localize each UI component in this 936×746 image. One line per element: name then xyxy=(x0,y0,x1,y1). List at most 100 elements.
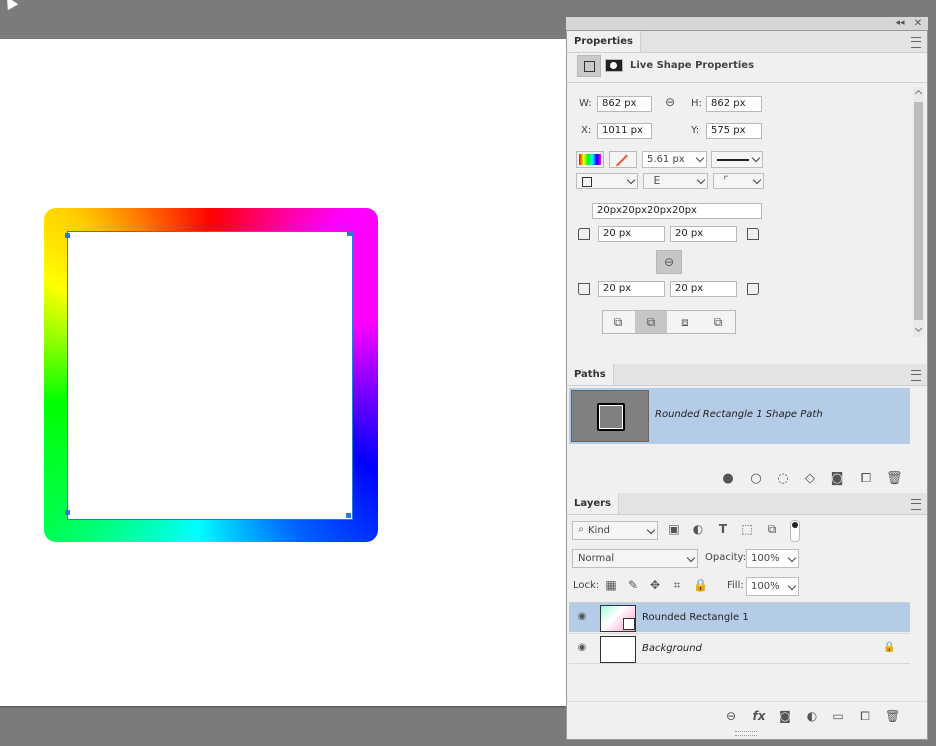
y-field[interactable]: 575 px xyxy=(706,123,762,139)
scroll-down-icon[interactable] xyxy=(914,324,923,333)
join-type-dropdown[interactable]: ⌜ xyxy=(713,173,764,189)
chevron-down-icon xyxy=(696,175,706,185)
anchor-handle-bl[interactable] xyxy=(65,510,70,515)
lock-position-icon[interactable]: ✥ xyxy=(649,578,661,592)
smart-object-filter-icon[interactable]: ⧉ xyxy=(765,522,779,536)
stroke-type-dropdown[interactable] xyxy=(711,151,763,168)
link-icon: ⊖ xyxy=(663,255,675,269)
stroke-path-icon[interactable]: ○ xyxy=(749,472,763,486)
tab-properties[interactable]: Properties xyxy=(567,31,641,52)
load-selection-icon[interactable]: ◌ xyxy=(776,472,790,486)
paths-menu-icon[interactable] xyxy=(911,370,921,381)
subtract-shapes-icon: ⧉ xyxy=(646,315,656,329)
lock-artboard-icon[interactable]: ⌗ xyxy=(671,578,683,592)
layer-thumbnail xyxy=(600,636,636,663)
link-icon[interactable]: ⊖ xyxy=(662,95,678,109)
stroke-swatch[interactable] xyxy=(609,151,637,168)
tab-paths[interactable]: Paths xyxy=(567,364,614,385)
fill-path-icon[interactable]: ● xyxy=(721,472,735,486)
x-field[interactable]: 1011 px xyxy=(597,123,652,139)
lock-transparent-icon[interactable]: ▦ xyxy=(605,578,617,592)
new-layer-icon[interactable]: ⧠ xyxy=(858,709,872,723)
width-field[interactable]: 862 px xyxy=(597,96,652,112)
resize-grip[interactable] xyxy=(735,731,757,736)
combine-shapes-icon[interactable]: ⧉ xyxy=(610,315,626,329)
new-adjustment-icon[interactable]: ◐ xyxy=(805,709,819,723)
align-stroke-dropdown[interactable] xyxy=(576,173,638,189)
corner-tl-field[interactable]: 20 px xyxy=(598,226,665,242)
type-filter-icon[interactable]: T xyxy=(716,522,730,536)
mask-circle-glyph xyxy=(610,62,617,69)
lock-image-icon[interactable]: ✎ xyxy=(627,578,639,592)
delete-layer-icon[interactable]: 🗑 xyxy=(885,709,900,723)
properties-scrollbar[interactable] xyxy=(913,87,924,337)
layers-menu-icon[interactable] xyxy=(911,499,921,510)
kind-filter-dropdown[interactable]: ⌕ Kind xyxy=(572,521,658,540)
corner-tr-field[interactable]: 20 px xyxy=(670,226,737,242)
layer-name: Rounded Rectangle 1 xyxy=(642,612,749,623)
make-work-path-icon[interactable]: ◇ xyxy=(803,472,817,486)
properties-menu-icon[interactable] xyxy=(911,37,921,48)
layers-tabbar: Layers xyxy=(567,493,927,515)
stroke-slash xyxy=(615,154,629,167)
eye-icon[interactable]: ◉ xyxy=(575,641,589,655)
adjustment-filter-icon[interactable]: ◐ xyxy=(691,522,705,536)
join-icon: ⌜ xyxy=(723,174,729,187)
layer-name: Background xyxy=(642,643,702,654)
corner-radii-field[interactable]: 20px20px20px20px xyxy=(592,203,762,219)
layer-row[interactable]: ◉ Rounded Rectangle 1 xyxy=(569,602,910,632)
properties-tabbar: Properties xyxy=(567,31,927,53)
fill-label: Fill: xyxy=(727,580,744,591)
corner-bl-field[interactable]: 20 px xyxy=(598,281,665,297)
lock-all-icon[interactable]: 🔒 xyxy=(693,578,708,592)
blend-mode-dropdown[interactable]: Normal xyxy=(572,549,698,568)
add-layer-mask-icon[interactable]: ◙ xyxy=(778,709,792,723)
h-label: H: xyxy=(691,98,702,109)
anchor-handle-tl[interactable] xyxy=(65,233,70,238)
chevron-down-icon xyxy=(626,175,636,185)
chevron-down-icon xyxy=(751,153,761,163)
opacity-dropdown[interactable]: 100% xyxy=(746,549,799,568)
eye-icon[interactable]: ◉ xyxy=(575,610,589,624)
collapse-icon[interactable]: ◂◂ xyxy=(894,17,906,30)
layer-row[interactable]: ◉ Background 🔒 xyxy=(569,633,910,664)
fill-swatch[interactable] xyxy=(576,151,604,168)
fx-icon[interactable]: fx xyxy=(750,709,768,723)
anchor-handle-br[interactable] xyxy=(346,513,351,518)
y-label: Y: xyxy=(691,125,700,136)
rounded-rectangle-inner xyxy=(67,231,353,520)
add-mask-icon[interactable]: ◙ xyxy=(830,472,844,486)
paths-tabbar: Paths xyxy=(567,364,927,386)
scroll-thumb[interactable] xyxy=(914,102,923,320)
live-shape-title: Live Shape Properties xyxy=(630,60,755,71)
opacity-label: Opacity: xyxy=(705,552,747,563)
shape-filter-icon[interactable]: ⬚ xyxy=(740,522,754,536)
stroke-width-dropdown[interactable]: 5.61 px xyxy=(642,151,707,168)
close-icon[interactable]: ✕ xyxy=(912,17,924,30)
corner-bl-icon xyxy=(578,283,590,295)
filter-toggle-icon[interactable] xyxy=(790,520,800,542)
tab-layers[interactable]: Layers xyxy=(567,493,619,514)
fill-dropdown[interactable]: 100% xyxy=(746,577,799,596)
path-item[interactable]: Rounded Rectangle 1 Shape Path xyxy=(569,388,910,444)
stroke-line-preview xyxy=(717,159,749,161)
cap-type-dropdown[interactable]: E xyxy=(643,173,708,189)
scroll-up-icon[interactable] xyxy=(914,89,923,98)
path-item-label: Rounded Rectangle 1 Shape Path xyxy=(655,409,823,420)
delete-path-icon[interactable]: 🗑 xyxy=(886,472,903,486)
properties-divider xyxy=(567,82,927,83)
new-path-icon[interactable]: ⧠ xyxy=(859,472,873,486)
anchor-handle-tr[interactable] xyxy=(347,231,352,236)
new-group-icon[interactable]: ▭ xyxy=(831,709,845,723)
layers-footer-divider xyxy=(567,701,927,702)
link-layers-icon[interactable]: ⊖ xyxy=(724,709,738,723)
pixel-filter-icon[interactable]: ▣ xyxy=(667,522,681,536)
link-corners-button[interactable]: ⊖ xyxy=(656,250,682,274)
corner-br-field[interactable]: 20 px xyxy=(670,281,737,297)
exclude-shapes-icon[interactable]: ⧉ xyxy=(710,315,726,329)
height-field[interactable]: 862 px xyxy=(706,96,762,112)
opacity-value: 100% xyxy=(751,553,780,564)
layer-thumbnail xyxy=(600,605,636,632)
shape-badge-icon xyxy=(623,618,635,630)
intersect-shapes-icon[interactable]: ⧈ xyxy=(677,315,693,329)
